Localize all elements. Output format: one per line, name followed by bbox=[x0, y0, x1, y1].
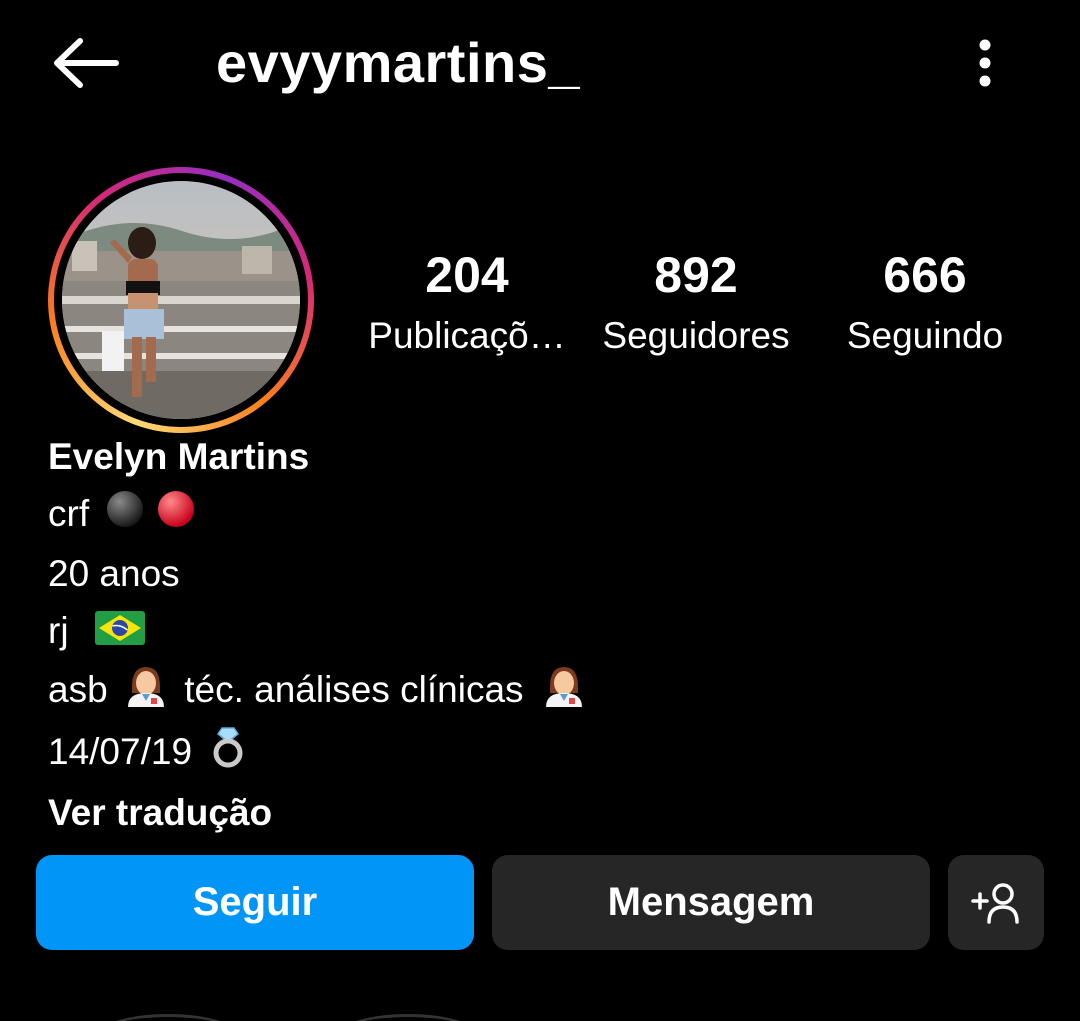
stat-following-label: Seguindo bbox=[846, 315, 1004, 356]
stat-posts-value: 204 bbox=[425, 247, 509, 303]
story-ring[interactable] bbox=[48, 167, 314, 433]
profile-bio: Evelyn Martins crf 20 anos rj asb téc. a… bbox=[48, 428, 1028, 841]
bio-profession-b: téc. análises clínicas bbox=[184, 669, 524, 711]
bio-line-date: 14/07/19 bbox=[48, 723, 1028, 784]
bio-line-profession: asb téc. análises clínicas bbox=[48, 661, 1028, 722]
bio-club-text: crf bbox=[48, 493, 90, 534]
stat-followers-value: 892 bbox=[654, 247, 738, 303]
highlight-edge bbox=[338, 1014, 478, 1021]
more-vertical-icon bbox=[979, 39, 991, 87]
bio-line-club: crf bbox=[48, 485, 1028, 545]
follow-button[interactable]: Seguir bbox=[36, 855, 474, 950]
bio-location-text: rj bbox=[48, 609, 69, 651]
suggested-accounts-button[interactable] bbox=[948, 855, 1044, 950]
bio-date-text: 14/07/19 bbox=[48, 730, 193, 772]
ring-icon bbox=[202, 724, 248, 784]
add-person-icon bbox=[971, 882, 1019, 924]
display-name: Evelyn Martins bbox=[48, 436, 310, 477]
bio-line-location: rj bbox=[48, 602, 1028, 662]
highlight-edge bbox=[98, 1014, 238, 1021]
stat-following-value: 666 bbox=[883, 247, 967, 303]
see-translation-link[interactable]: Ver tradução bbox=[48, 784, 1028, 841]
stat-posts-label: Publicaçõ… bbox=[368, 315, 566, 356]
back-button[interactable] bbox=[40, 28, 130, 98]
stat-followers-label: Seguidores bbox=[602, 315, 790, 356]
stat-posts[interactable]: 204 Publicaçõ… bbox=[347, 240, 587, 362]
message-button[interactable]: Mensagem bbox=[492, 855, 930, 950]
bio-profession-a: asb bbox=[48, 669, 108, 711]
black-circle-icon bbox=[99, 488, 145, 545]
red-circle-icon bbox=[156, 488, 196, 545]
bio-line-age: 20 anos bbox=[48, 552, 180, 594]
profile-photo bbox=[62, 181, 300, 419]
stat-following[interactable]: 666 Seguindo bbox=[805, 240, 1045, 362]
stat-followers[interactable]: 892 Seguidores bbox=[576, 240, 816, 362]
profile-username: evyymartins_ bbox=[216, 31, 581, 94]
more-options-button[interactable] bbox=[955, 28, 1015, 98]
arrow-left-icon bbox=[54, 38, 119, 88]
profile-screen: evyymartins_ 204 Publicaçõ… 892 Seguidor… bbox=[0, 0, 1080, 1021]
brazil-flag-icon bbox=[79, 604, 145, 661]
health-worker-icon bbox=[118, 663, 174, 723]
health-worker-icon bbox=[534, 663, 586, 723]
